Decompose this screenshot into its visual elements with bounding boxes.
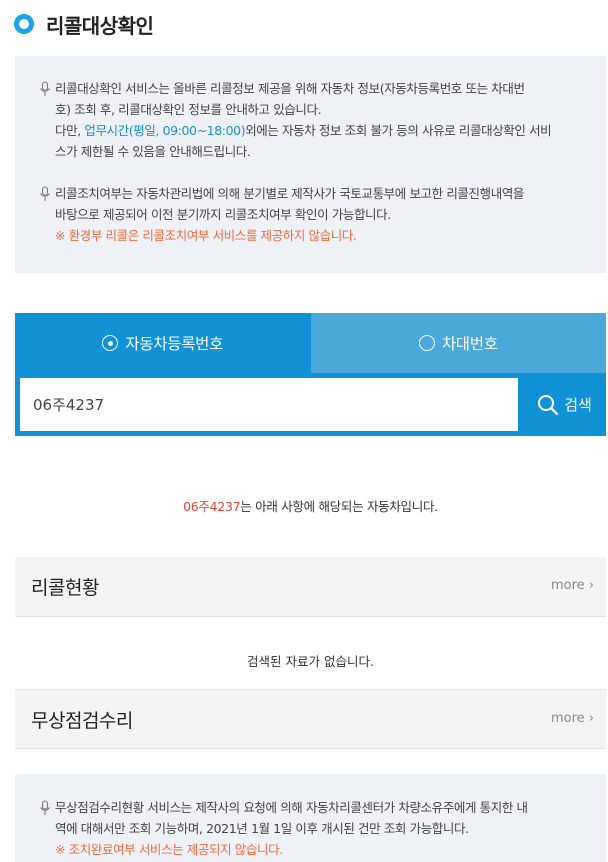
search-button-label: 검색 (564, 396, 592, 414)
recall-service-notice: 리콜대상확인 서비스는 올바른 리콜정보 제공을 위해 자동차 정보(자동차등록… (39, 78, 579, 162)
business-hours-highlight: 업무시간(평일, 09:00~18:00) (84, 123, 246, 138)
chevron-right-icon: › (588, 578, 594, 593)
tab-registration-number[interactable]: 자동차등록번호 (15, 313, 311, 373)
notice-text: 리콜조치여부는 자동차관리법에 의해 분기별로 제작사가 국토교통부에 보고한 … (55, 186, 525, 201)
warning-text: ※ 환경부 리콜은 리콜조치여부 서비스를 제공하지 않습니다. (55, 228, 357, 243)
result-message: 06주4237는 아래 사항에 해당되는 자동차입니다. (183, 499, 438, 514)
section-title: 무상점검수리 (31, 710, 133, 732)
notice-text: 바탕으로 제공되어 이전 분기까지 리콜조치여부 확인이 가능합니다. (55, 207, 391, 222)
tab-label: 자동차등록번호 (125, 335, 224, 353)
section-title: 리콜현황 (31, 577, 99, 599)
microphone-icon (40, 186, 50, 201)
empty-result-message: 검색된 자료가 없습니다. (247, 654, 374, 669)
search-icon (538, 394, 559, 415)
warning-text: ※ 조치완료여부 서비스는 제공되지 않습니다. (55, 842, 283, 857)
repair-more-link[interactable]: more › (551, 711, 594, 726)
vehicle-number-input[interactable] (20, 378, 518, 431)
result-plate: 06주4237 (183, 499, 241, 514)
microphone-icon (40, 800, 50, 815)
search-type-tabs: 자동차등록번호 차대번호 (15, 313, 606, 373)
repair-notice-box: 무상점검수리현황 서비스는 제작사의 요청에 의해 자동차리콜센터가 차량소유주… (15, 774, 606, 862)
recall-action-notice: 리콜조치여부는 자동차관리법에 의해 분기별로 제작사가 국토교통부에 보고한 … (39, 183, 579, 246)
notice-text: 호) 조회 후, 리콜대상확인 정보를 안내하고 있습니다. (55, 102, 322, 117)
free-repair-notice: 무상점검수리현황 서비스는 제작사의 요청에 의해 자동차리콜센터가 차량소유주… (39, 797, 579, 860)
search-button[interactable]: 검색 (523, 378, 606, 431)
tab-vin[interactable]: 차대번호 (310, 313, 606, 373)
recall-more-link[interactable]: more › (551, 578, 594, 593)
search-bar: 검색 (15, 373, 606, 436)
free-repair-section: 무상점검수리 more › (15, 689, 606, 749)
info-notice-box: 리콜대상확인 서비스는 올바른 리콜정보 제공을 위해 자동차 정보(자동차등록… (15, 56, 606, 273)
page-title: 리콜대상확인 (46, 13, 154, 38)
radio-selected-icon (102, 335, 119, 351)
title-bullet-icon (14, 14, 34, 34)
chevron-right-icon: › (588, 711, 594, 726)
notice-text: 다만, 업무시간(평일, 09:00~18:00)외에는 자동차 정보 조회 불… (55, 123, 552, 138)
recall-status-section: 리콜현황 more › (15, 557, 606, 617)
radio-unselected-icon (418, 335, 435, 351)
page-header: 리콜대상확인 (14, 8, 154, 40)
tab-label: 차대번호 (441, 335, 498, 353)
notice-text: 스가 제한될 수 있음을 안내해드립니다. (55, 144, 251, 159)
notice-text: 무상점검수리현황 서비스는 제작사의 요청에 의해 자동차리콜센터가 차량소유주… (55, 800, 528, 815)
notice-text: 리콜대상확인 서비스는 올바른 리콜정보 제공을 위해 자동차 정보(자동차등록… (55, 81, 525, 96)
notice-text: 역에 대해서만 조회 기능하며, 2021년 1월 1일 이후 개시된 건만 조… (55, 821, 469, 836)
microphone-icon (40, 81, 50, 96)
